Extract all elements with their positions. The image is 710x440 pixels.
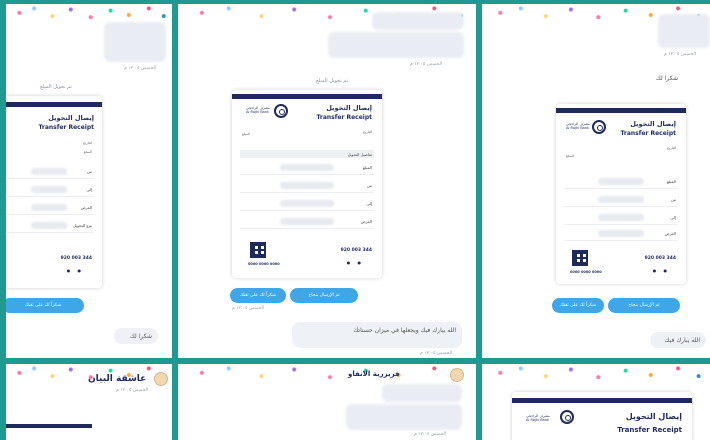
receipt-amount-label: المبلغ — [83, 150, 92, 154]
message-timestamp: الخميس ١٢:٠٥ م — [124, 66, 157, 71]
qr-code-icon — [572, 250, 588, 266]
message-timestamp: الخميس ١٢:٠٥ م — [664, 52, 697, 57]
receipt-phone: 920 003 344 — [60, 256, 92, 261]
bank-logo-icon — [560, 410, 574, 424]
receipt-title-ar: إيصال التحويل — [48, 114, 94, 122]
blurred-message — [658, 14, 710, 48]
receipt-row: إلى — [6, 184, 94, 197]
chat-bubble: شكرا لك — [655, 75, 678, 82]
receipt-title-en: Transfer Receipt — [316, 114, 372, 121]
receipt-title-ar: إيصال التحويل — [630, 120, 676, 128]
social-icons: ● ● — [346, 260, 364, 265]
chat-bubble: الله يبارك فيك — [650, 332, 706, 348]
chat-bubble: شكرا لك — [114, 328, 158, 344]
chat-tile-top-right: الخميس ١٢:٠٥ م شكرا لك مصرف الراجحي Al Ra… — [482, 4, 710, 358]
bank-name: مصرف الراجحي Al Rajhi Bank — [246, 106, 270, 115]
receipt-date-label: التاريخ — [362, 130, 372, 134]
thanks-button[interactable]: شكراً لك على ثقتك — [230, 288, 286, 303]
receipt-table-header: تفاصيل التحويل — [240, 150, 374, 158]
contact-name: عاشقة البيان — [88, 374, 147, 384]
bank-logo-icon — [592, 120, 606, 134]
receipt-top-bar — [232, 94, 382, 99]
blurred-message — [346, 404, 462, 430]
qr-code-icon — [250, 242, 266, 258]
receipt-phone: 920 003 344 — [340, 248, 372, 253]
receipt-amount-label: المبلغ — [566, 154, 575, 158]
receipt-title-en: Transfer Receipt — [38, 124, 94, 131]
message-timestamp: الخميس ١٢:٠٥ م — [116, 388, 149, 393]
confirm-button[interactable]: شكراً لك على ثقتك — [6, 298, 84, 313]
receipt-row: المبلغ — [564, 176, 678, 189]
receipt-row: الغرض — [240, 216, 374, 229]
receipt-title-en: Transfer Receipt — [617, 426, 682, 434]
receipt-row: من — [6, 166, 94, 179]
chat-tile-top-left: الخميس ١٢:٠٥ م تم تحويل المبلغ إيصال الت… — [6, 4, 172, 358]
transfer-receipt-card[interactable]: مصرف الراجحي Al Rajhi Bank إيصال التحويل … — [232, 90, 382, 278]
avatar[interactable] — [450, 368, 464, 382]
receipt-row: الغرض — [564, 228, 678, 241]
confirm-button[interactable]: تم الإرسال بنجاح — [290, 288, 358, 303]
bank-name: مصرف الراجحي Al Rajhi Bank — [566, 122, 590, 131]
receipt-row: المبلغ — [240, 162, 374, 175]
message-timestamp: الخميس ١٢:٠٥ م — [410, 62, 443, 67]
receipt-code: 0000 0000 0000 — [570, 270, 602, 274]
confetti-decoration — [482, 364, 710, 386]
receipt-date-label: التاريخ — [666, 146, 676, 150]
bank-logo-icon — [274, 104, 288, 118]
system-message: تم تحويل المبلغ — [40, 84, 72, 90]
chat-tile-bottom-right: مصرف الراجحي Al Rajhi Bank إيصال التحويل … — [482, 364, 710, 440]
chat-tile-bottom-left: عاشقة البيان الخميس ١٢:٠٥ م — [6, 364, 172, 440]
receipt-top-bar — [512, 398, 692, 403]
receipt-phone: 920 003 344 — [644, 256, 676, 261]
receipt-title-ar: إيصال التحويل — [326, 104, 372, 112]
message-timestamp: الخميس ١٢:٠٥ م — [414, 432, 447, 437]
receipt-row: الغرض — [6, 202, 94, 215]
social-icons: ● ● — [66, 268, 84, 273]
receipt-row: من — [240, 180, 374, 193]
chat-tile-bottom-middle: فريزرية الانفاو الخميس ١٢:٠٥ م — [178, 364, 476, 440]
receipt-code: 0000 0000 0000 — [248, 262, 280, 266]
receipt-row: نوع التحويل — [6, 220, 94, 233]
avatar[interactable] — [154, 372, 168, 386]
transfer-receipt-card[interactable]: مصرف الراجحي Al Rajhi Bank إيصال التحويل … — [556, 104, 686, 284]
thanks-button[interactable]: شكراً لك على ثقتك — [552, 298, 604, 313]
message-timestamp: الخميس ١٢:٠٥ م — [420, 351, 453, 356]
receipt-row: إلى — [564, 212, 678, 225]
transfer-receipt-card[interactable]: مصرف الراجحي Al Rajhi Bank إيصال التحويل … — [512, 392, 692, 440]
social-icons: ● ● — [652, 268, 670, 273]
chat-tile-top-middle: الخميس ١٢:٠٥ م تم تحويل المبلغ مصرف الرا… — [178, 4, 476, 358]
blurred-message — [104, 22, 166, 62]
receipt-amount-label: المبلغ — [242, 132, 251, 136]
blurred-message — [382, 384, 462, 402]
bank-name: مصرف الراجحي Al Rajhi Bank — [526, 414, 550, 423]
confirm-button[interactable]: تم الإرسال بنجاح — [608, 298, 680, 313]
contact-name: فريزرية الانفاو — [348, 370, 400, 378]
receipt-title-en: Transfer Receipt — [620, 130, 676, 137]
receipt-top-bar — [6, 424, 92, 428]
blurred-message — [328, 32, 464, 58]
transfer-receipt-card[interactable]: إيصال التحويل Transfer Receipt التاريخ ا… — [6, 96, 102, 288]
receipt-title-ar: إيصال التحويل — [625, 412, 682, 421]
chat-bubble: الله يبارك فيك ويجعلها في ميزان حسناتك — [292, 322, 462, 348]
receipt-row: من — [564, 194, 678, 207]
receipt-row: إلى — [240, 198, 374, 211]
receipt-date-label: التاريخ — [82, 141, 92, 145]
receipt-top-bar — [556, 108, 686, 113]
receipt-top-bar — [6, 102, 102, 107]
system-message: تم تحويل المبلغ — [316, 78, 348, 84]
blurred-message — [372, 12, 464, 30]
message-timestamp: الخميس ١٢:٠٥ م — [232, 306, 265, 311]
confetti-decoration — [178, 364, 476, 386]
